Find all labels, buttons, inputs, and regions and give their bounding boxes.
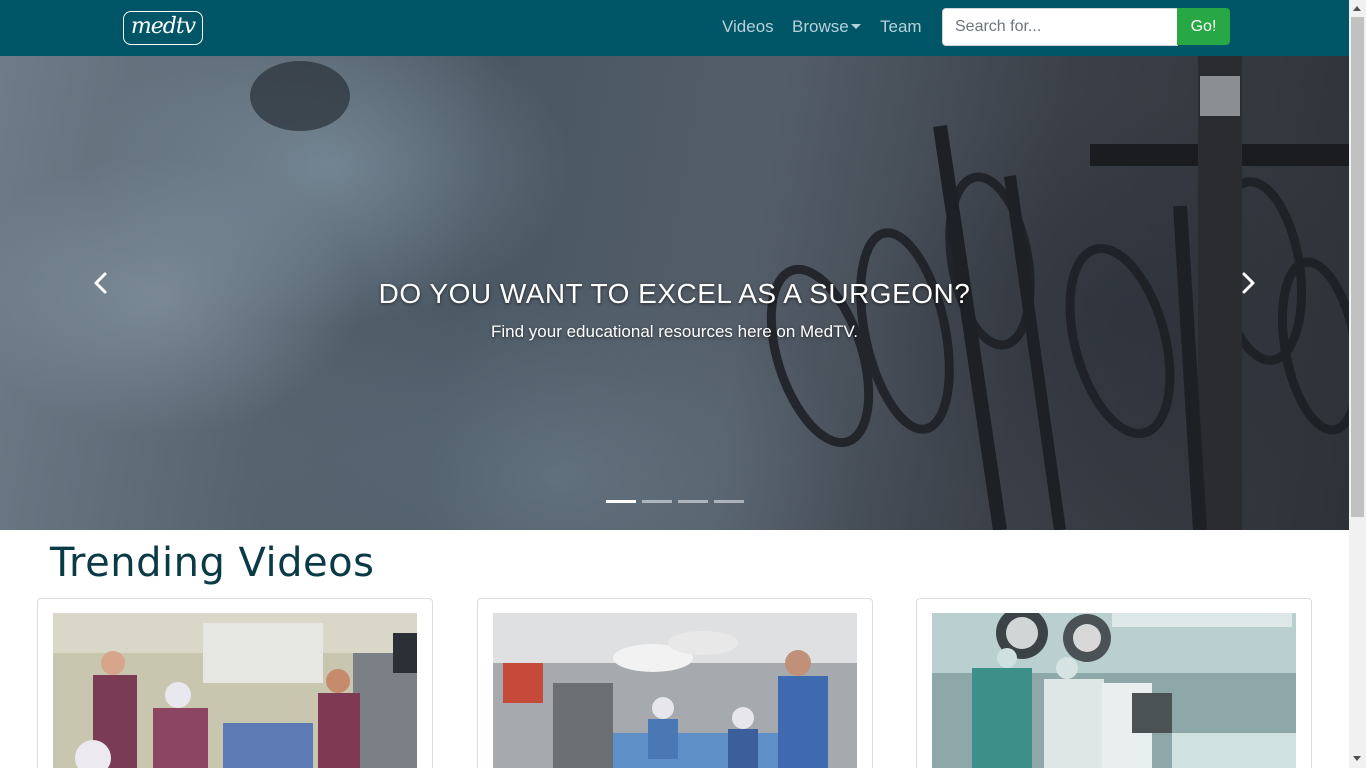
logo-text: medtv — [130, 14, 196, 39]
scroll-down-icon[interactable] — [1353, 756, 1361, 761]
nav-link-team[interactable]: Team — [880, 16, 922, 38]
scroll-thumb[interactable] — [1351, 17, 1364, 517]
video-card[interactable] — [37, 598, 433, 768]
trending-videos-heading: Trending Videos — [50, 540, 375, 586]
medtv-logo[interactable]: medtv — [123, 11, 203, 45]
search-input[interactable] — [942, 8, 1178, 46]
carousel-indicator[interactable] — [606, 500, 636, 503]
carousel-indicator[interactable] — [678, 500, 708, 503]
scroll-up-icon[interactable] — [1353, 6, 1361, 11]
video-thumbnail[interactable] — [493, 613, 857, 768]
video-card[interactable] — [477, 598, 873, 768]
hero-subtitle: Find your educational resources here on … — [491, 322, 858, 341]
carousel-indicators — [606, 500, 744, 503]
carousel-indicator[interactable] — [642, 500, 672, 503]
nav-link-browse-label: Browse — [792, 17, 849, 36]
carousel-indicator[interactable] — [714, 500, 744, 503]
hero-carousel: DO YOU WANT TO EXCEL AS A SURGEON? Find … — [0, 56, 1349, 530]
video-thumbnail[interactable] — [932, 613, 1296, 768]
video-thumbnail[interactable] — [53, 613, 417, 768]
nav-link-videos[interactable]: Videos — [722, 16, 774, 38]
nav-link-browse[interactable]: Browse — [792, 16, 861, 38]
page-scrollbar[interactable] — [1349, 0, 1366, 768]
search-go-button[interactable]: Go! — [1177, 8, 1230, 45]
hero-title: DO YOU WANT TO EXCEL AS A SURGEON? — [378, 278, 971, 309]
video-card[interactable] — [916, 598, 1312, 768]
dropdown-caret-icon — [850, 23, 861, 29]
top-navbar: medtv Videos Browse Team Go! — [0, 0, 1349, 56]
